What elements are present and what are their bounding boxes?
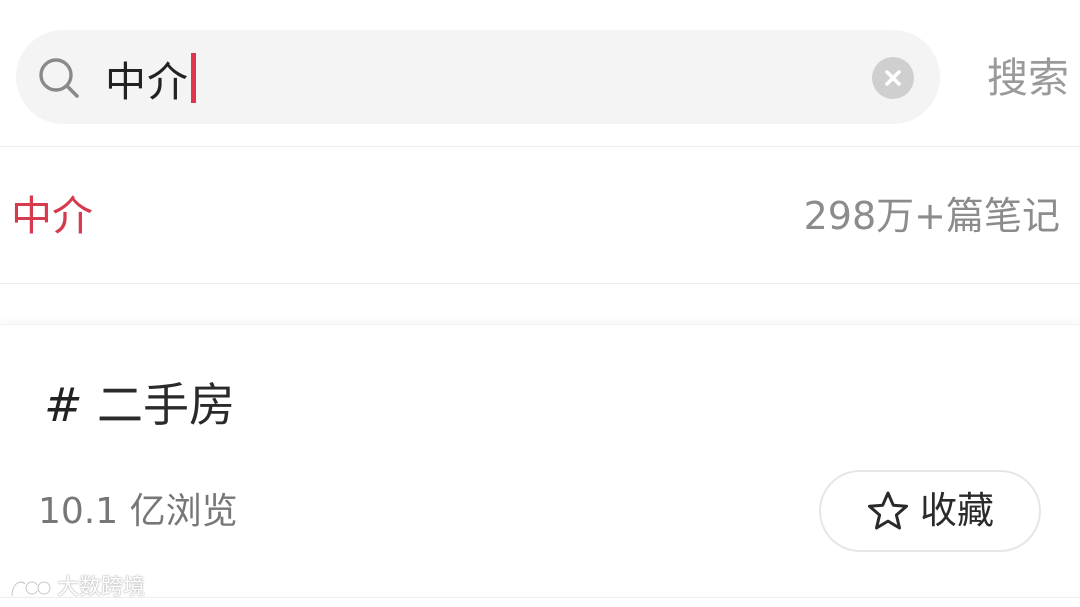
close-icon <box>885 70 901 86</box>
search-query-text: 中介 <box>105 58 189 106</box>
topic-view-count: 10.1 亿浏览 <box>38 491 238 532</box>
bottom-divider <box>0 597 1080 598</box>
search-icon <box>39 58 79 98</box>
collect-button-label: 收藏 <box>920 489 994 532</box>
text-caret <box>191 53 196 103</box>
topic-card[interactable]: # 二手房 10.1 亿浏览 收藏 <box>0 324 1080 596</box>
search-input[interactable]: 中介 <box>105 50 196 106</box>
collect-button[interactable]: 收藏 <box>819 470 1041 552</box>
search-submit-button[interactable]: 搜索 <box>987 48 1077 108</box>
clear-icon[interactable] <box>872 57 914 99</box>
search-suggestion-item[interactable]: 中介 298万+篇笔记 <box>0 148 1080 284</box>
search-page: 中介 搜索 中介 298万+篇笔记 # 二手房 10.1 亿浏览 收藏 大数跨境 <box>0 0 1080 607</box>
watermark: 大数跨境 <box>9 574 145 602</box>
topic-title: 二手房 <box>97 378 235 432</box>
search-header: 中介 搜索 <box>0 0 1080 147</box>
star-outline-icon <box>868 491 908 530</box>
suggestion-keyword: 中介 <box>11 192 93 240</box>
topic-hash-symbol: # <box>44 378 83 432</box>
brand-logo-icon <box>10 580 51 597</box>
suggestion-note-count: 298万+篇笔记 <box>803 194 1060 238</box>
watermark-text: 大数跨境 <box>57 575 146 600</box>
